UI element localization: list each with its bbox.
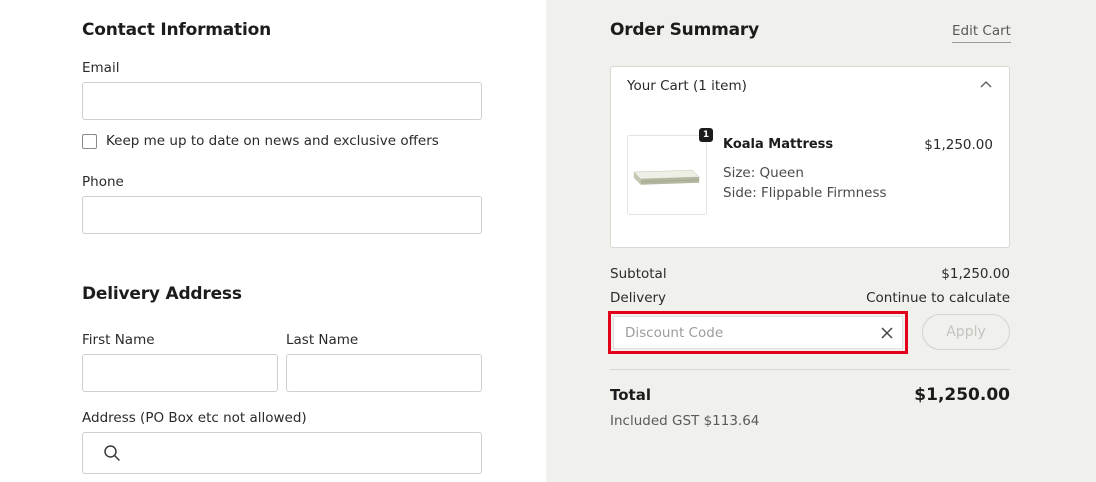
contact-section-title: Contact Information bbox=[82, 20, 271, 40]
quantity-badge: 1 bbox=[699, 128, 713, 142]
newsletter-checkbox[interactable] bbox=[82, 134, 97, 149]
summary-title: Order Summary bbox=[610, 20, 759, 40]
phone-field[interactable] bbox=[82, 196, 482, 234]
product-size: Size: Queen bbox=[723, 165, 804, 181]
phone-label: Phone bbox=[82, 174, 124, 190]
divider bbox=[610, 369, 1010, 370]
delivery-value: Continue to calculate bbox=[866, 290, 1010, 306]
chevron-up-icon[interactable] bbox=[980, 80, 992, 88]
delivery-label: Delivery bbox=[610, 290, 667, 306]
last-name-field[interactable] bbox=[286, 354, 482, 392]
gst-note: Included GST $113.64 bbox=[610, 413, 760, 429]
discount-code-input[interactable]: Discount Code bbox=[613, 316, 903, 349]
last-name-label: Last Name bbox=[286, 332, 359, 348]
edit-cart-link[interactable]: Edit Cart bbox=[952, 23, 1011, 43]
address-search-field[interactable] bbox=[82, 432, 482, 474]
product-name: Koala Mattress bbox=[723, 137, 834, 152]
delivery-section-title: Delivery Address bbox=[82, 284, 242, 304]
mattress-image bbox=[633, 169, 700, 185]
checkout-form-panel: Contact Information Email Keep me up to … bbox=[0, 0, 546, 482]
discount-placeholder: Discount Code bbox=[625, 325, 724, 341]
close-icon[interactable] bbox=[880, 326, 894, 340]
apply-button[interactable]: Apply bbox=[922, 314, 1010, 350]
product-thumbnail bbox=[627, 135, 707, 215]
product-side: Side: Flippable Firmness bbox=[723, 185, 887, 201]
first-name-label: First Name bbox=[82, 332, 155, 348]
address-label: Address (PO Box etc not allowed) bbox=[82, 410, 307, 426]
total-value: $1,250.00 bbox=[914, 385, 1010, 405]
search-icon bbox=[104, 445, 120, 461]
cart-header[interactable]: Your Cart (1 item) bbox=[627, 78, 747, 94]
order-summary-panel: Order Summary Edit Cart Your Cart (1 ite… bbox=[546, 0, 1096, 482]
subtotal-label: Subtotal bbox=[610, 266, 667, 282]
total-label: Total bbox=[610, 386, 651, 404]
discount-highlight: Discount Code bbox=[608, 311, 908, 354]
product-price: $1,250.00 bbox=[924, 137, 993, 153]
first-name-field[interactable] bbox=[82, 354, 278, 392]
subtotal-value: $1,250.00 bbox=[941, 266, 1010, 282]
email-field[interactable] bbox=[82, 82, 482, 120]
newsletter-label: Keep me up to date on news and exclusive… bbox=[106, 133, 439, 149]
email-label: Email bbox=[82, 60, 120, 76]
cart-panel: Your Cart (1 item) 1 Koala Mattress Size… bbox=[610, 66, 1010, 248]
